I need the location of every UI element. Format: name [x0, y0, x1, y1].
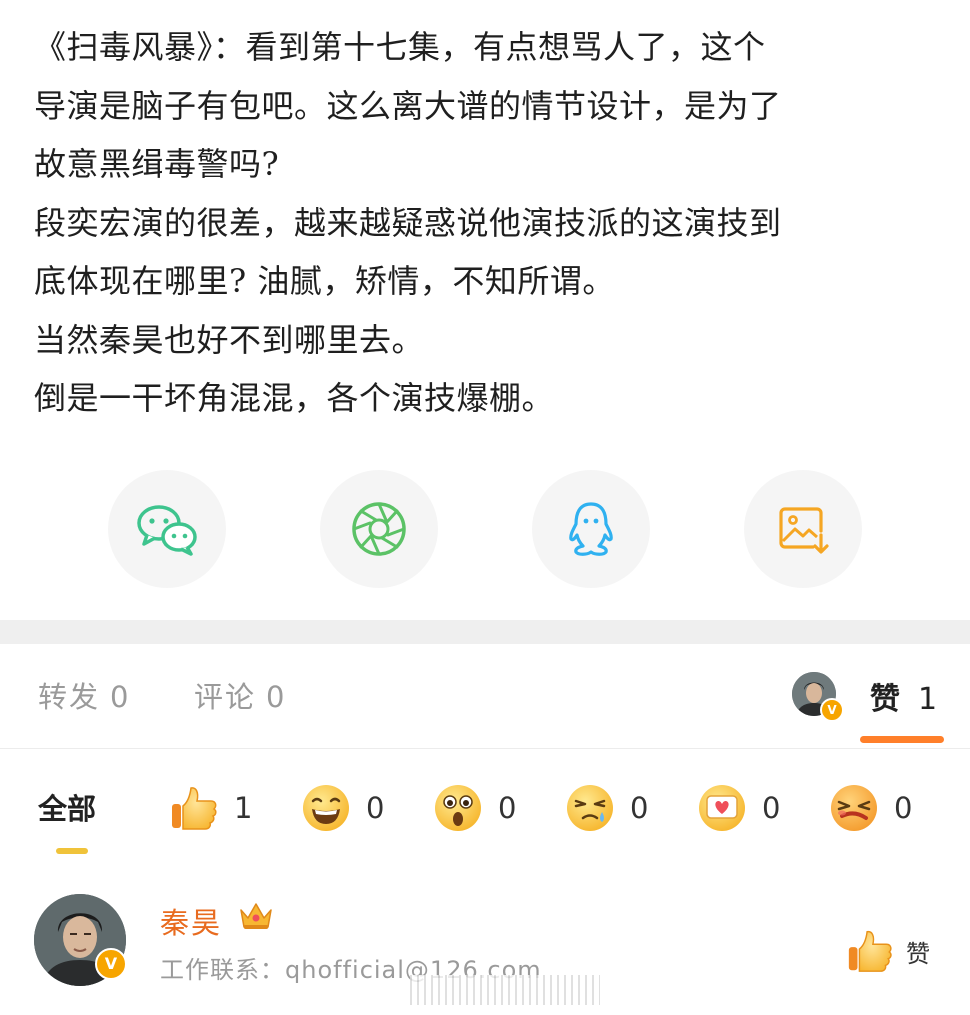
verified-badge-icon: V — [95, 948, 127, 980]
reaction-count: 0 — [762, 791, 781, 825]
surprised-emoji-icon — [435, 785, 481, 831]
filter-thumbs-up[interactable]: 1 — [168, 782, 252, 834]
angry-emoji-icon — [831, 785, 877, 831]
reaction-count: 0 — [498, 791, 517, 825]
laughing-emoji-icon — [303, 785, 349, 831]
comment-label: 评论 — [194, 680, 257, 714]
post-line: 当然秦昊也好不到哪里去。 — [34, 320, 425, 359]
post-line: 底体现在哪里? 油腻，矫情，不知所谓。 — [34, 262, 615, 300]
watermark-strip — [410, 975, 600, 1005]
post-line: 倒是一干坏角混混，各个演技爆棚。 — [34, 379, 555, 417]
stats-bar: 转发 0 评论 0 赞1 — [0, 644, 970, 749]
crying-emoji-icon — [567, 785, 613, 831]
thumbs-up-emoji-icon — [172, 787, 217, 830]
wechat-icon — [137, 505, 197, 556]
reaction-count: 0 — [630, 791, 649, 825]
tab-likes[interactable]: 赞1 — [870, 674, 937, 718]
tab-repost[interactable]: 转发 0 — [38, 674, 128, 716]
comment-count: 0 — [266, 680, 285, 714]
filter-surprised[interactable]: 0 — [432, 782, 516, 834]
reaction-count: 1 — [234, 791, 253, 825]
active-tab-indicator — [860, 736, 944, 743]
filter-all-indicator — [56, 848, 88, 854]
post-content: 《扫毒风暴》：看到第十七集，有点想骂人了，这个 导演是脑子有包吧。这么离大谱的情… — [34, 18, 949, 428]
section-divider — [0, 620, 970, 644]
liker-name[interactable]: 秦昊 — [160, 900, 222, 942]
reaction-count: 0 — [366, 791, 385, 825]
filter-laughing[interactable]: 0 — [300, 782, 384, 834]
like-button-label: 赞 — [906, 939, 930, 968]
like-button[interactable]: 赞 — [842, 926, 930, 976]
share-qq-button[interactable] — [532, 470, 650, 588]
save-image-button[interactable] — [744, 470, 862, 588]
repost-count: 0 — [110, 680, 129, 714]
tab-comment[interactable]: 评论 0 — [194, 674, 284, 716]
save-image-icon — [779, 507, 829, 554]
qq-icon — [569, 502, 613, 556]
likes-count: 1 — [918, 682, 938, 717]
post-line: 段奕宏演的很差，越来越疑惑说他演技派的这演技到 — [34, 203, 782, 242]
heart-emoji-icon — [699, 785, 745, 831]
filter-all[interactable]: 全部 — [38, 786, 96, 828]
post-line: 导演是脑子有包吧。这么离大谱的情节设计，是为了 — [34, 86, 782, 125]
share-row — [0, 470, 970, 588]
post-line: 《扫毒风暴》：看到第十七集，有点想骂人了，这个 — [34, 28, 766, 66]
filter-crying[interactable]: 0 — [564, 782, 648, 834]
likes-label: 赞 — [870, 682, 900, 717]
filter-angry[interactable]: 0 — [828, 782, 912, 834]
share-wechat-button[interactable] — [108, 470, 226, 588]
crown-member-icon — [240, 903, 272, 929]
filter-heart[interactable]: 0 — [696, 782, 780, 834]
verified-badge-icon: V — [820, 698, 844, 722]
moments-icon — [352, 502, 406, 556]
thumbs-up-icon — [848, 930, 892, 972]
reaction-count: 0 — [894, 791, 913, 825]
repost-label: 转发 — [38, 680, 101, 714]
reaction-filter-bar: 全部 1 0 0 0 0 0 — [0, 770, 970, 865]
share-moments-button[interactable] — [320, 470, 438, 588]
post-line: 故意黑缉毒警吗? — [34, 145, 280, 183]
